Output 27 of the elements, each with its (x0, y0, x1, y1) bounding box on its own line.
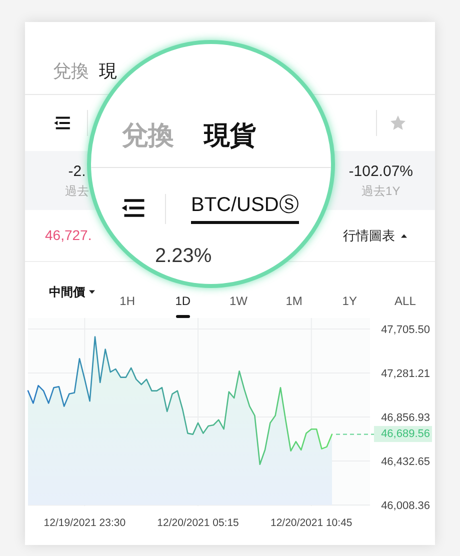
tab[interactable]: 現貨 (204, 122, 256, 148)
y-axis-label: 47,281.21 (381, 368, 430, 380)
pair-selector[interactable]: BTC/USDⓈ (191, 195, 299, 224)
price-text: 46,727. (45, 226, 92, 246)
x-axis-label: 12/20/2021 10:45 (270, 517, 352, 529)
menu-icon[interactable] (53, 116, 71, 130)
stat-label: 過去1Y (362, 185, 400, 198)
chart-toggle[interactable]: 行情圖表 (343, 226, 407, 246)
y-axis-label: 46,432.65 (381, 456, 430, 468)
price-type-dropdown[interactable]: 中間價 (44, 283, 100, 301)
change-text: 2.23% (155, 246, 212, 266)
stat-value: -2. (68, 164, 86, 180)
selected-indicator (176, 315, 190, 318)
range-tab[interactable]: ALL (394, 283, 416, 318)
current-price-label: 46,689.56 (374, 426, 432, 442)
range-tab[interactable]: 1Y (342, 283, 357, 318)
x-axis-label: 12/19/2021 23:30 (44, 517, 126, 529)
stat-label: 過去 (65, 185, 89, 198)
current-price-line (336, 434, 375, 435)
y-axis-label: 46,008.36 (381, 500, 430, 512)
y-axis-label: 46,856.93 (381, 412, 430, 424)
menu-icon[interactable] (120, 198, 146, 218)
star-icon[interactable] (389, 114, 407, 132)
y-axis-label: 47,705.50 (381, 324, 430, 336)
stat-value: -102.07% (348, 164, 413, 180)
caret-icon (88, 290, 95, 294)
x-axis-label: 12/20/2021 05:15 (157, 517, 239, 529)
